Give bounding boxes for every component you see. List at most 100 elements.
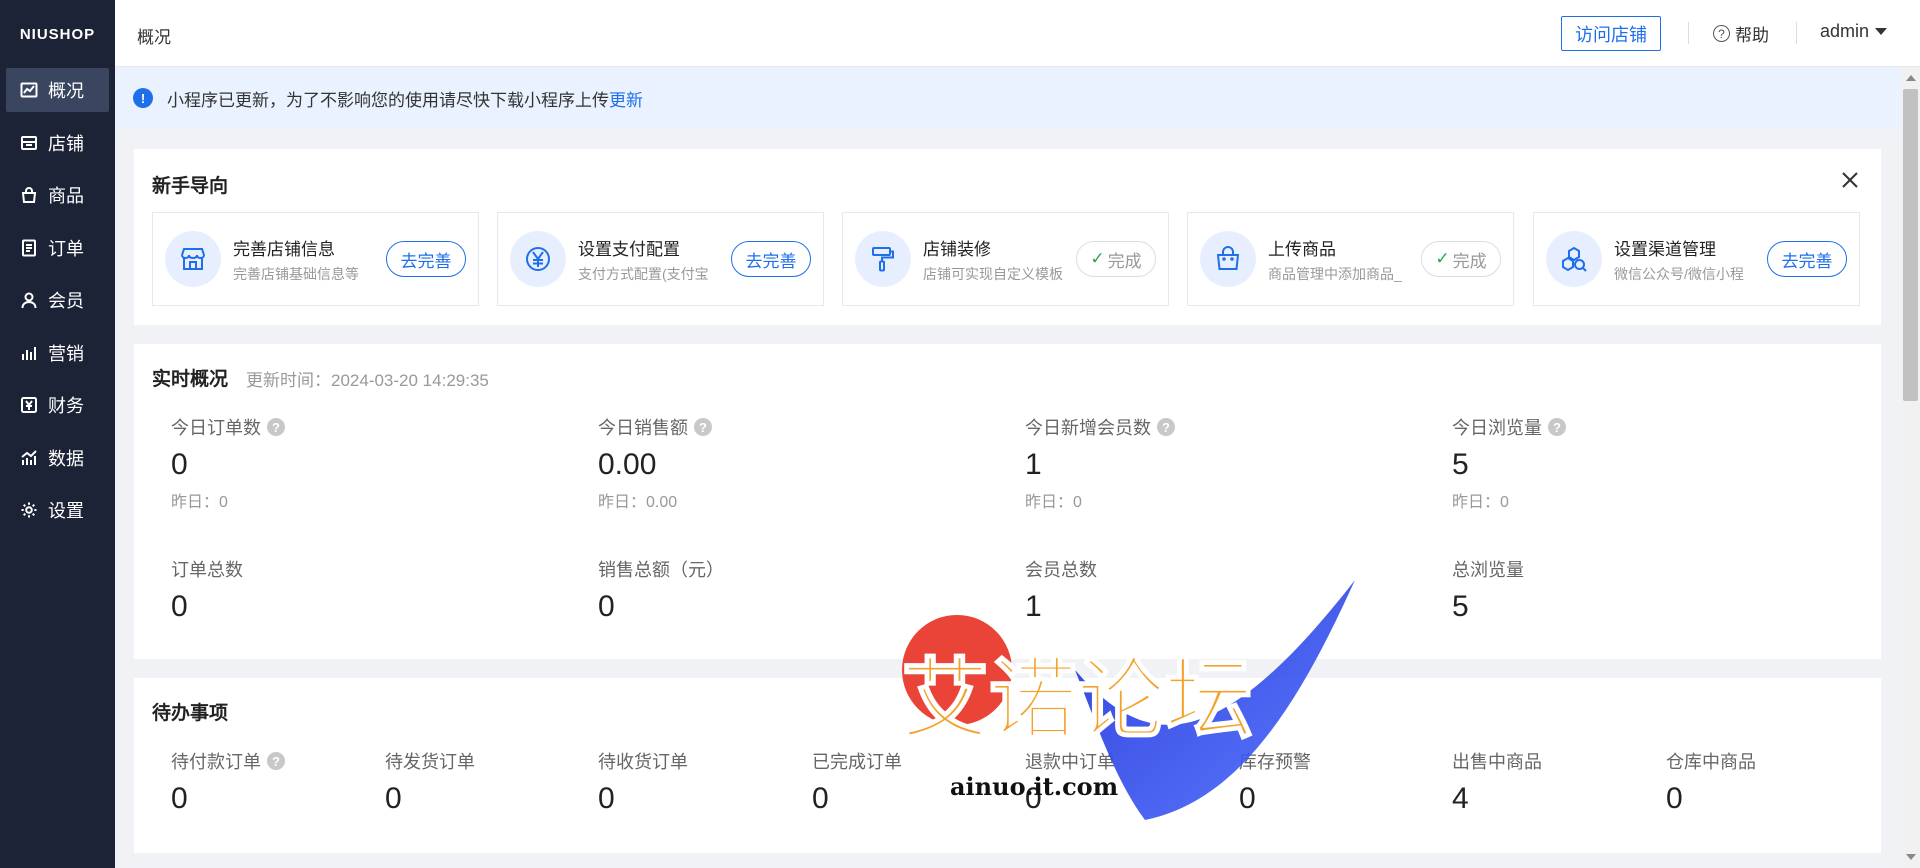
sidebar-item-members[interactable]: 会员: [6, 278, 109, 322]
guide-item-title: 上传商品: [1268, 239, 1336, 259]
sidebar-item-label: 会员: [48, 291, 84, 311]
sidebar-item-data[interactable]: 数据: [6, 436, 109, 480]
help-icon[interactable]: ?: [267, 418, 285, 436]
metric-label: 今日销售额: [598, 418, 688, 438]
sidebar-item-marketing[interactable]: 营销: [6, 331, 109, 375]
sidebar: NIUSHOP 概况 店铺 商品 订单 会员 营销 财务 数据 设置: [0, 0, 115, 868]
chart-line-icon: [18, 81, 40, 99]
guide-item-payment: 设置支付配置 支付方式配置(支付宝 去完善: [497, 212, 824, 306]
store-icon: [18, 134, 40, 152]
help-icon[interactable]: ?: [1157, 418, 1175, 436]
close-icon[interactable]: [1839, 169, 1861, 191]
sidebar-item-label: 数据: [48, 448, 84, 469]
help-label: 帮助: [1735, 26, 1769, 45]
go-complete-button[interactable]: 去完善: [386, 241, 466, 277]
help-icon[interactable]: ?: [1548, 418, 1566, 436]
metric-value: 0: [171, 782, 188, 815]
sidebar-item-overview[interactable]: 概况: [6, 68, 109, 112]
sidebar-item-finance[interactable]: 财务: [6, 383, 109, 427]
done-button[interactable]: ✓ 完成: [1421, 241, 1501, 277]
guide-item-desc: 支付方式配置(支付宝: [578, 265, 709, 282]
realtime-title: 实时概况: [152, 369, 229, 390]
metric-value: 1: [1025, 590, 1042, 623]
metric-label: 今日浏览量: [1452, 418, 1542, 438]
todo-pending-receipt[interactable]: 待收货订单 0: [598, 748, 688, 816]
help-icon[interactable]: ?: [694, 418, 712, 436]
check-icon: ✓: [1090, 249, 1105, 268]
metric-yesterday: 昨日：0.00: [598, 494, 678, 511]
divider: [1796, 22, 1797, 44]
divider: [1688, 22, 1689, 44]
sidebar-item-label: 订单: [48, 238, 84, 259]
todo-on-sale[interactable]: 出售中商品 4: [1452, 748, 1542, 816]
guide-item-desc: 微信公众号/微信小程: [1614, 265, 1744, 282]
user-name: admin: [1820, 21, 1870, 41]
done-label: 完成: [1452, 251, 1487, 271]
metric-value: 0: [1666, 782, 1683, 815]
metric-yesterday: 昨日：0: [1452, 494, 1509, 511]
metric-total-views: 总浏览量 5: [1452, 556, 1524, 624]
metric-value: 0: [1239, 782, 1256, 815]
metric-label: 销售总额（元）: [598, 560, 724, 580]
guide-title: 新手导向: [152, 176, 229, 197]
done-button[interactable]: ✓ 完成: [1076, 241, 1156, 277]
metric-value: 0: [598, 590, 615, 623]
metric-total-members: 会员总数 1: [1025, 556, 1097, 624]
sidebar-item-label: 设置: [48, 501, 84, 521]
update-link[interactable]: 更新: [609, 86, 643, 111]
todo-pending-payment[interactable]: 待付款订单? 0: [171, 748, 285, 816]
visit-store-button[interactable]: 访问店铺: [1561, 16, 1661, 51]
guide-item-channels: 设置渠道管理 微信公众号/微信小程 去完善: [1533, 212, 1860, 306]
order-list-icon: [18, 239, 40, 257]
brand-logo[interactable]: NIUSHOP: [0, 0, 115, 68]
todo-in-warehouse[interactable]: 仓库中商品 0: [1666, 748, 1756, 816]
breadcrumb: 概况: [137, 28, 171, 47]
help-link[interactable]: ? 帮助: [1713, 21, 1769, 46]
todo-refunding[interactable]: 退款中订单 0: [1025, 748, 1115, 816]
guide-item-desc: 商品管理中添加商品_: [1268, 265, 1402, 282]
bar-chart-icon: [18, 344, 40, 362]
update-notice: ! 小程序已更新，为了不影响您的使用请尽快下载小程序上传 更新: [115, 67, 1901, 129]
metric-label: 会员总数: [1025, 560, 1097, 580]
metric-total-orders: 订单总数 0: [171, 556, 243, 624]
update-time: 更新时间：2024-03-20 14:29:35: [246, 371, 489, 390]
sidebar-item-orders[interactable]: 订单: [6, 226, 109, 270]
data-chart-icon: [18, 449, 40, 467]
guide-item-title: 设置渠道管理: [1614, 239, 1716, 259]
metric-value: 0: [598, 782, 615, 815]
scroll-thumb[interactable]: [1903, 89, 1918, 401]
info-icon: !: [133, 88, 153, 108]
metric-today-views: 今日浏览量? 5 昨日：0: [1452, 414, 1566, 512]
metric-value: 5: [1452, 448, 1469, 481]
todo-pending-shipment[interactable]: 待发货订单 0: [385, 748, 475, 816]
metric-label: 仓库中商品: [1666, 752, 1756, 772]
todo-completed[interactable]: 已完成订单 0: [812, 748, 902, 816]
yen-circle-icon: [510, 231, 566, 287]
top-bar: 概况 访问店铺 ? 帮助 admin: [115, 0, 1920, 67]
question-circle-icon: ?: [1713, 25, 1730, 42]
sidebar-item-settings[interactable]: 设置: [6, 488, 109, 532]
todo-title: 待办事项: [152, 703, 229, 724]
guide-item-desc: 完善店铺基础信息等: [233, 265, 359, 282]
shopping-bag-icon: [1200, 231, 1256, 287]
guide-item-upload-goods: 上传商品 商品管理中添加商品_ ✓ 完成: [1187, 212, 1514, 306]
go-complete-button[interactable]: 去完善: [731, 241, 811, 277]
sidebar-item-goods[interactable]: 商品: [6, 173, 109, 217]
guide-item-title: 完善店铺信息: [233, 239, 335, 259]
metric-label: 今日新增会员数: [1025, 418, 1151, 438]
scroll-up-icon[interactable]: [1906, 75, 1916, 81]
user-menu[interactable]: admin: [1820, 21, 1888, 42]
page-scrollbar[interactable]: [1901, 67, 1920, 868]
yen-icon: [18, 396, 40, 414]
metric-yesterday: 昨日：0: [1025, 494, 1082, 511]
metric-value: 1: [1025, 448, 1042, 481]
sidebar-item-store[interactable]: 店铺: [6, 121, 109, 165]
go-complete-button[interactable]: 去完善: [1767, 241, 1847, 277]
todo-stock-warning[interactable]: 库存预警 0: [1239, 748, 1311, 816]
metric-value: 4: [1452, 782, 1469, 815]
done-label: 完成: [1107, 251, 1142, 271]
todo-card: 待办事项 待付款订单? 0 待发货订单 0 待收货订单 0 已完成订单 0 退款…: [134, 678, 1881, 853]
help-icon[interactable]: ?: [267, 752, 285, 770]
scroll-down-icon[interactable]: [1906, 854, 1916, 860]
paint-roller-icon: [855, 231, 911, 287]
